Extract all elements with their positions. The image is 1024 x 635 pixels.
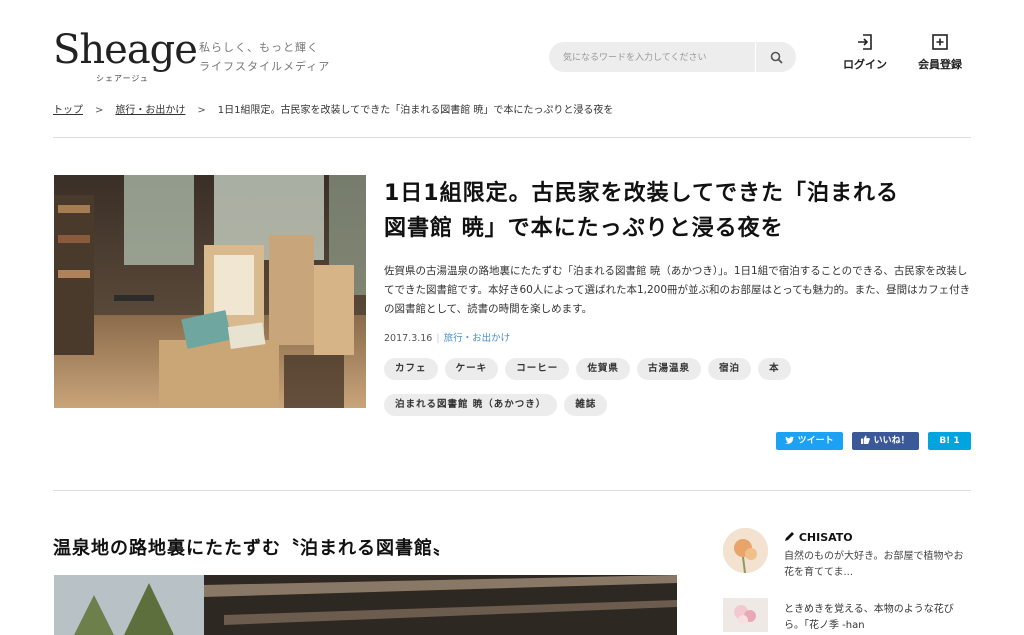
article-divider xyxy=(53,490,971,491)
publish-date: 2017.3.16 xyxy=(384,333,433,344)
tag-chip[interactable]: カフェ xyxy=(384,358,438,380)
tag-chip[interactable]: 泊まれる図書館 暁（あかつき） xyxy=(384,394,558,416)
tagline-line-2: ライフスタイルメディア xyxy=(199,60,331,73)
tag-chip[interactable]: 雑誌 xyxy=(564,394,608,416)
tag-chip[interactable]: コーヒー xyxy=(505,358,570,380)
twitter-bird-icon xyxy=(785,436,795,444)
avatar-flower-image xyxy=(723,528,768,573)
tag-chip[interactable]: 古湯温泉 xyxy=(636,358,701,380)
meta-divider: | xyxy=(436,333,440,344)
tweet-label: ツイート xyxy=(797,436,834,446)
login-icon xyxy=(858,34,872,50)
breadcrumb-category-link[interactable]: 旅行・お出かけ xyxy=(115,105,185,116)
login-button[interactable]: ログイン xyxy=(836,32,894,72)
pen-icon xyxy=(785,532,794,541)
hatena-bookmark-button[interactable]: B! 1 xyxy=(928,432,971,450)
site-logo[interactable]: Sheage シェアージュ xyxy=(53,27,198,83)
plus-square-icon xyxy=(932,34,948,50)
tweet-button[interactable]: ツイート xyxy=(776,432,843,450)
article-title-line-1: 1日1組限定。古民家を改装してできた「泊まれる xyxy=(384,181,899,206)
search-input[interactable] xyxy=(561,42,755,74)
search-button[interactable] xyxy=(755,42,796,72)
article-title: 1日1組限定。古民家を改装してできた「泊まれる 図書館 暁」で本にたっぷりと浸る… xyxy=(384,176,974,246)
section-heading: 温泉地の路地裏にたたずむ〝泊まれる図書館〟 xyxy=(53,538,452,559)
related-article-title[interactable]: ときめきを覚える、本物のような花びら。「花ノ季 -han xyxy=(784,602,969,634)
tagline-line-1: 私らしく、もっと輝く xyxy=(199,41,319,54)
article-hero-image xyxy=(54,175,366,408)
author-avatar[interactable] xyxy=(723,528,768,573)
register-button[interactable]: 会員登録 xyxy=(908,32,972,72)
facebook-like-button[interactable]: いいね！ xyxy=(852,432,919,450)
tag-chip[interactable]: 宿泊 xyxy=(708,358,752,380)
hatena-label: B! 1 xyxy=(939,436,960,446)
breadcrumb-separator: > xyxy=(197,105,206,116)
category-link[interactable]: 旅行・お出かけ xyxy=(444,333,511,344)
thumbs-up-icon xyxy=(861,435,871,444)
header-divider xyxy=(53,137,971,138)
author-name[interactable]: CHISATO xyxy=(784,531,853,544)
search-icon xyxy=(770,51,783,64)
logo-wordmark: Sheage xyxy=(53,27,198,73)
related-article-thumbnail[interactable] xyxy=(723,598,768,632)
author-name-text: CHISATO xyxy=(798,531,853,544)
site-tagline: 私らしく、もっと輝く ライフスタイルメディア xyxy=(199,38,330,76)
breadcrumb-current: 1日1組限定。古民家を改装してできた「泊まれる図書館 暁」で本にたっぷりと浸る夜… xyxy=(217,105,614,116)
article-lead: 佐賀県の古湯温泉の路地裏にたたずむ「泊まれる図書館 暁（あかつき）」。1日1組で… xyxy=(384,265,971,315)
register-label: 会員登録 xyxy=(918,58,962,71)
article-meta: 2017.3.16 | 旅行・お出かけ xyxy=(384,330,510,344)
library-interior-illustration xyxy=(54,175,366,408)
breadcrumb-home-link[interactable]: トップ xyxy=(53,105,83,116)
building-exterior-illustration xyxy=(54,575,677,635)
tag-chip[interactable]: ケーキ xyxy=(444,358,499,380)
logo-subtitle: シェアージュ xyxy=(96,74,149,83)
login-label: ログイン xyxy=(843,58,887,71)
breadcrumb-separator: > xyxy=(95,105,104,116)
tag-chip[interactable]: 佐賀県 xyxy=(576,358,630,380)
author-bio: 自然のものが大好き。お部屋で植物やお花を育ててま... xyxy=(784,551,964,578)
section-photo xyxy=(54,575,677,635)
tag-chip[interactable]: 本 xyxy=(758,358,791,380)
tag-list: カフェ ケーキ コーヒー 佐賀県 古湯温泉 宿泊 本 泊まれる図書館 暁（あかつ… xyxy=(384,356,964,428)
search-box xyxy=(549,42,796,74)
related-thumbnail-image xyxy=(723,598,768,632)
like-label: いいね！ xyxy=(873,436,910,446)
article-title-line-2: 図書館 暁」で本にたっぷりと浸る夜を xyxy=(384,216,784,241)
breadcrumb: トップ > 旅行・お出かけ >1日1組限定。古民家を改装してできた「泊まれる図書館 暁… xyxy=(53,101,613,116)
